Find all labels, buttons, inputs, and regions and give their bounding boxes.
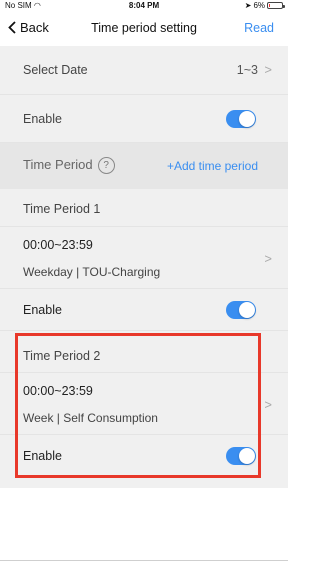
period-1-enable-label: Enable [23, 303, 62, 317]
select-date-value: 1~3 [236, 63, 258, 77]
period-1-title: Time Period 1 [23, 202, 101, 216]
battery-percent: 6% [253, 1, 265, 10]
select-date-row[interactable]: Select Date 1~3 > [0, 46, 288, 95]
nav-bar: Back Time period setting Read [0, 12, 288, 46]
status-right: ➤ 6% [244, 1, 285, 10]
status-bar: No SIM ◠ 8:04 PM ➤ 6% [0, 0, 288, 12]
bottom-area [0, 488, 288, 561]
time-period-header-label: Time Period? [23, 157, 115, 175]
enable-row: Enable [0, 95, 288, 143]
period-1-time-range: 00:00~23:59 [23, 238, 93, 252]
period-1-mode: Weekday | TOU-Charging [23, 265, 161, 279]
time-period-header: Time Period? +Add time period [0, 143, 288, 189]
location-icon: ➤ [244, 1, 252, 10]
battery-icon [267, 2, 285, 9]
read-button[interactable]: Read [244, 21, 274, 35]
add-time-period-button[interactable]: +Add time period [167, 159, 258, 173]
enable-toggle[interactable] [226, 110, 256, 128]
period-1-enable-row: Enable [0, 289, 288, 331]
period-1-enable-toggle[interactable] [226, 301, 256, 319]
select-date-label: Select Date [23, 63, 88, 77]
highlight-box [15, 333, 261, 478]
period-1-title-row: Time Period 1 [0, 189, 288, 227]
enable-label: Enable [23, 112, 62, 126]
help-icon[interactable]: ? [97, 157, 115, 175]
period-1-detail-row[interactable]: 00:00~23:59 Weekday | TOU-Charging > [0, 227, 288, 289]
chevron-right-icon: > [264, 62, 272, 77]
chevron-right-icon: > [264, 251, 272, 266]
chevron-right-icon: > [264, 397, 272, 412]
